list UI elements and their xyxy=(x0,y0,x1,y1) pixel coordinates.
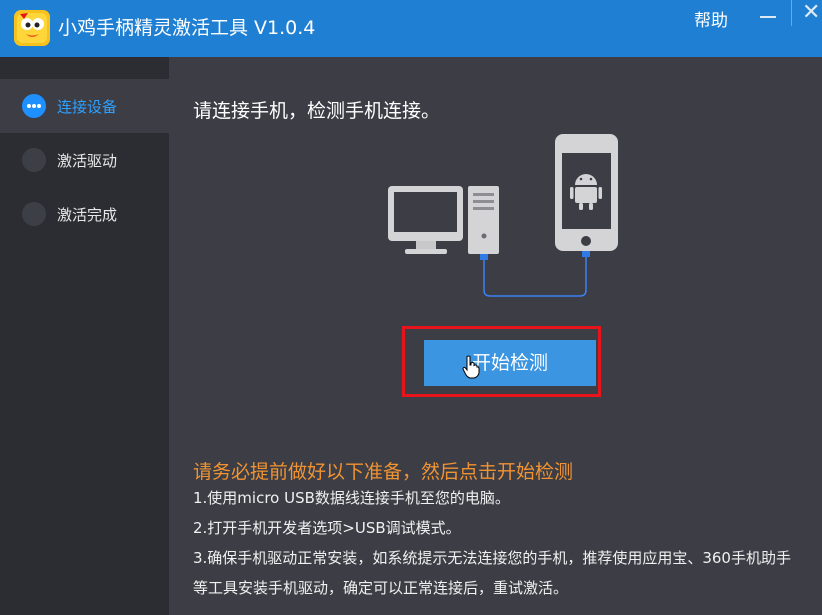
start-detection-button[interactable]: 开始检测 xyxy=(424,340,596,386)
note-line-3: 3.确保手机驱动正常安装，如系统提示无法连接您的手机，推荐使用应用宝、360手机… xyxy=(193,549,791,567)
note-line-4: 等工具安装手机驱动，确定可以正常连接后，重试激活。 xyxy=(193,579,569,597)
notice-title: 请务必提前做好以下准备，然后点击开始检测 xyxy=(193,461,574,483)
usb-cable-icon xyxy=(480,251,590,297)
android-phone-icon xyxy=(555,134,618,251)
note-line-2: 2.打开手机开发者选项>USB调试模式。 xyxy=(193,519,461,537)
note-line-1: 1.使用micro USB数据线连接手机至您的电脑。 xyxy=(193,489,510,507)
hand-cursor-icon xyxy=(462,355,480,383)
computer-icon xyxy=(388,186,499,254)
